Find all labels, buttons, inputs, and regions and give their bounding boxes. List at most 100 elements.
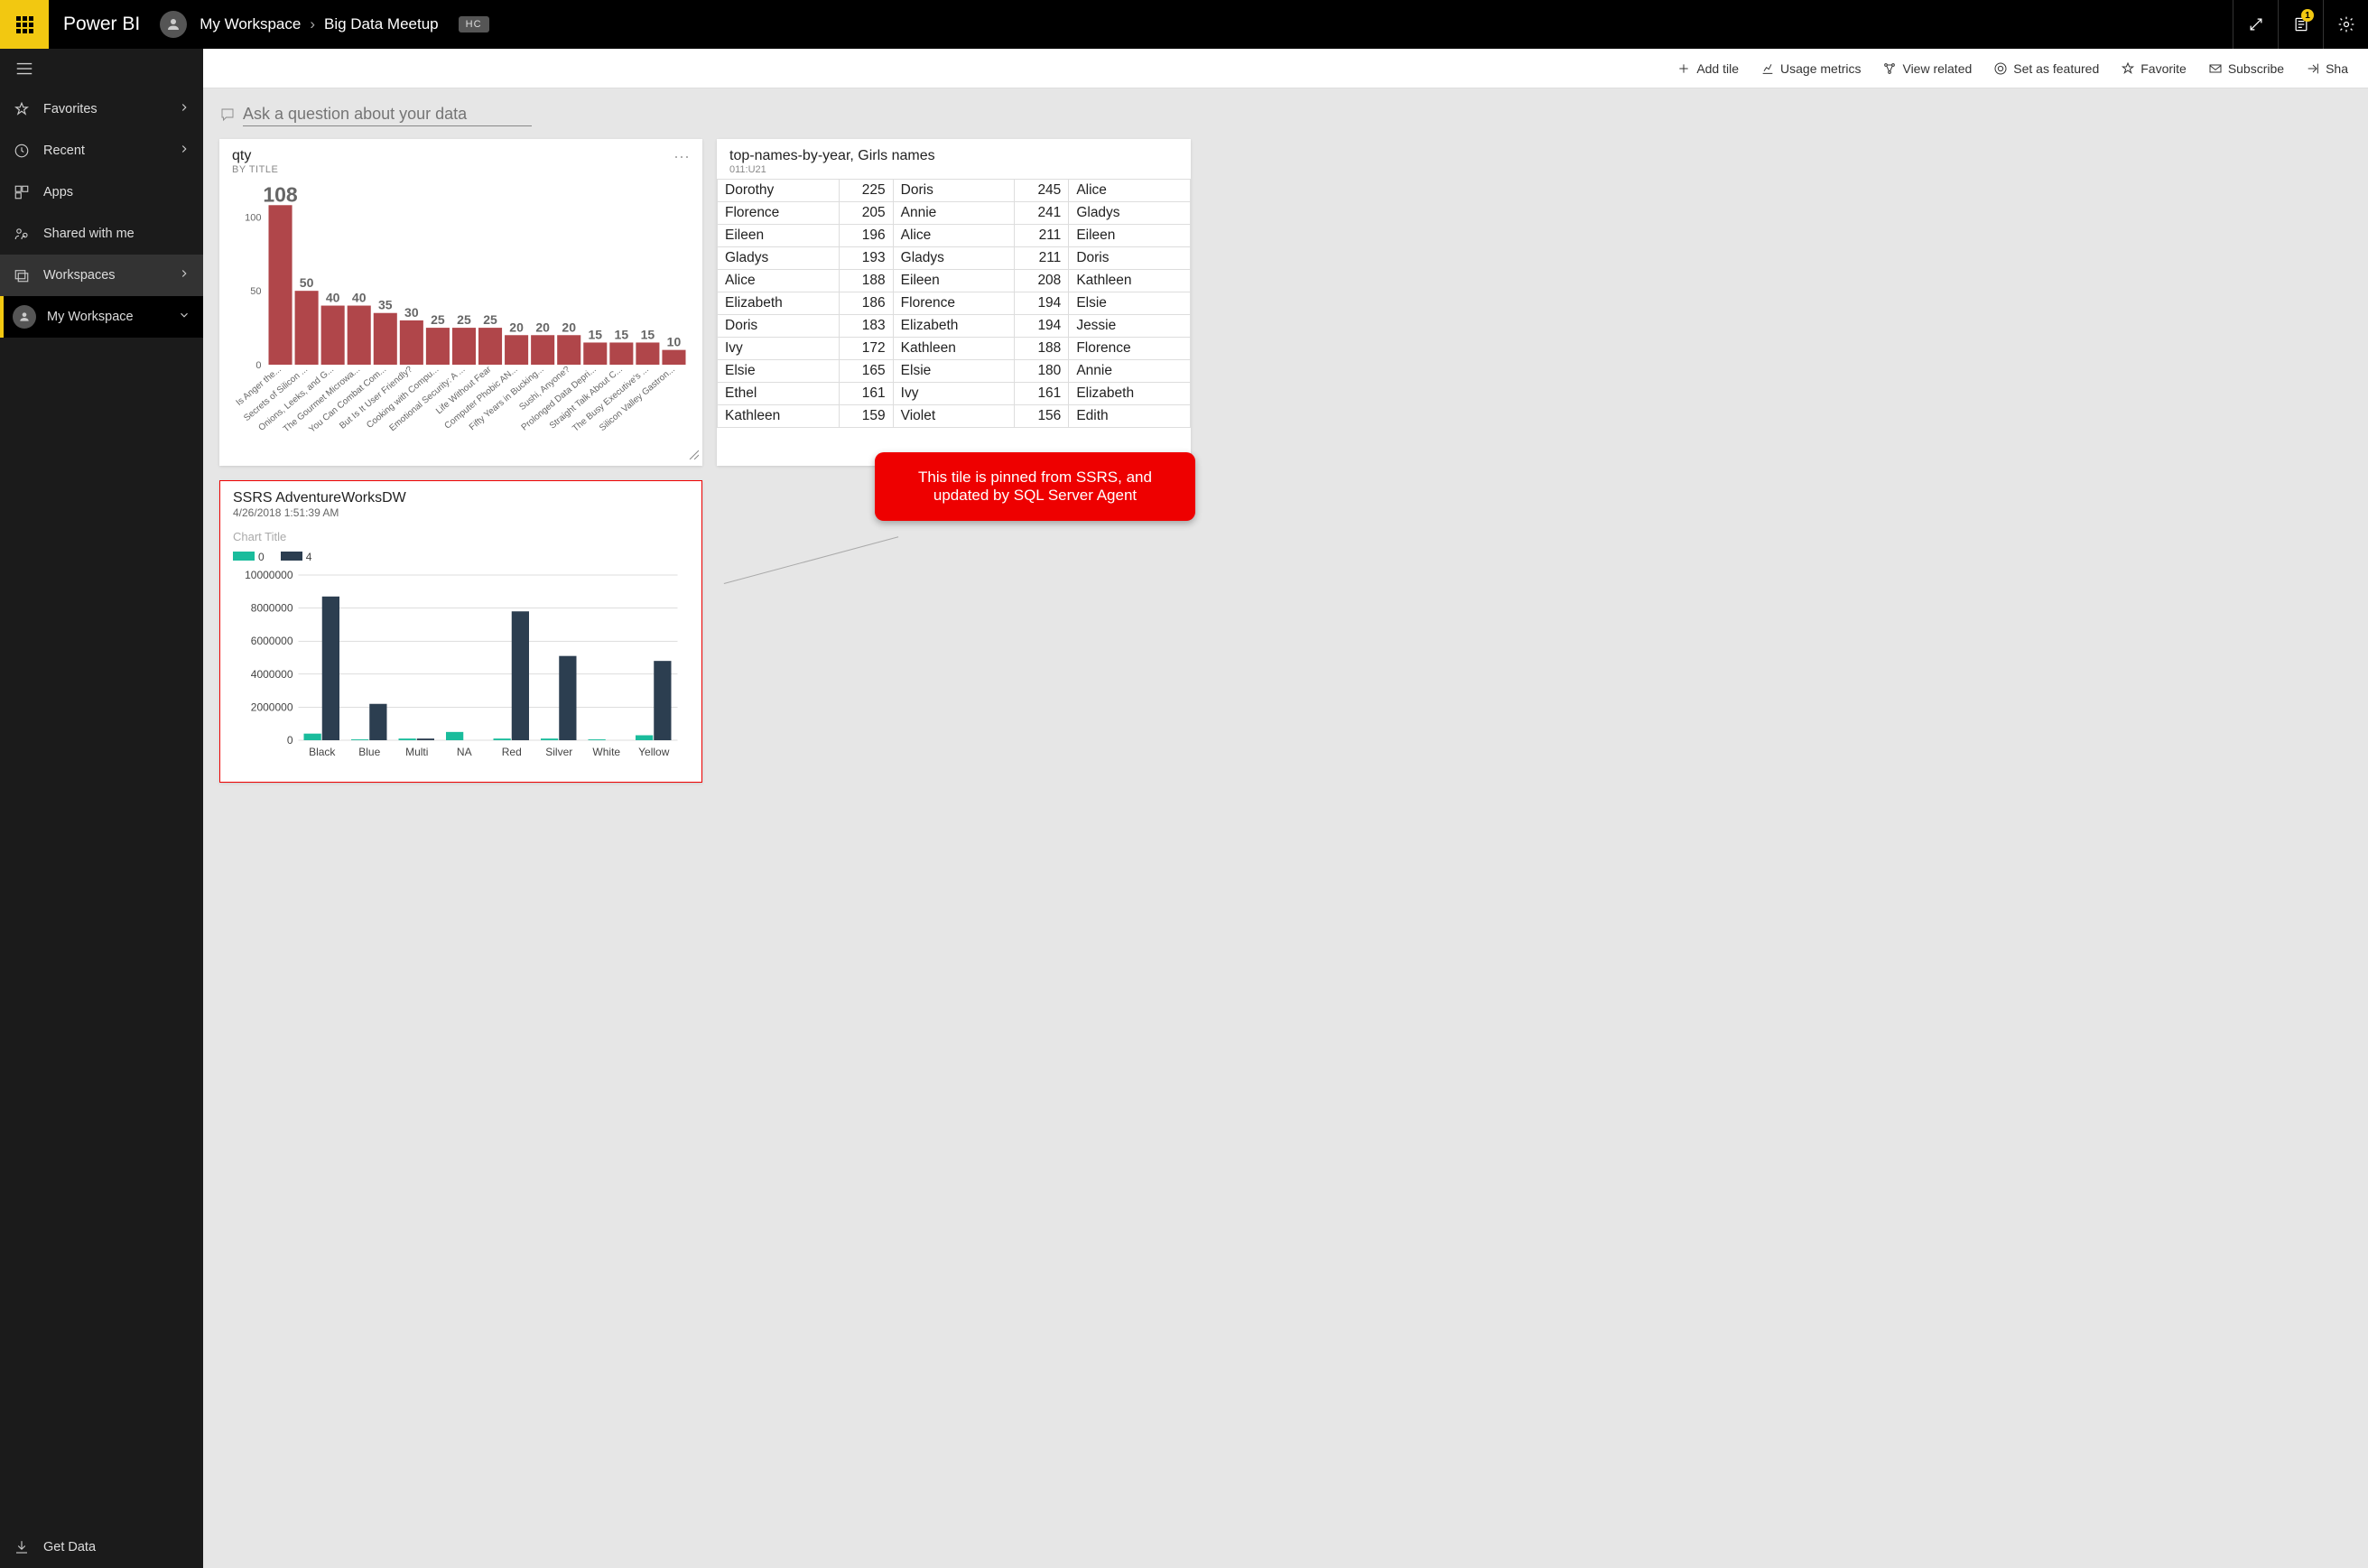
usage-metrics-button[interactable]: Usage metrics bbox=[1750, 61, 1871, 76]
settings-button[interactable] bbox=[2323, 0, 2368, 49]
table-cell: 172 bbox=[839, 338, 893, 360]
star-icon bbox=[2121, 61, 2135, 76]
tile-ssrs[interactable]: SSRS AdventureWorksDW 4/26/2018 1:51:39 … bbox=[219, 480, 702, 783]
nav-workspaces[interactable]: Workspaces bbox=[0, 255, 203, 296]
table-cell: Florence bbox=[718, 202, 840, 225]
table-cell: Dorothy bbox=[718, 180, 840, 202]
nav-my-workspace-label: My Workspace bbox=[47, 310, 178, 324]
share-button[interactable]: Sha bbox=[2295, 61, 2359, 76]
gear-icon bbox=[2337, 15, 2355, 33]
table-row: Ethel161Ivy161Elizabeth bbox=[718, 383, 1191, 405]
set-featured-button[interactable]: Set as featured bbox=[1983, 61, 2110, 76]
table-cell: 245 bbox=[1015, 180, 1069, 202]
table-cell: Doris bbox=[893, 180, 1015, 202]
table-cell: 194 bbox=[1015, 315, 1069, 338]
svg-text:108: 108 bbox=[263, 184, 298, 206]
qa-box[interactable] bbox=[219, 97, 2352, 139]
table-cell: Ivy bbox=[718, 338, 840, 360]
breadcrumb: My Workspace › Big Data Meetup HC bbox=[200, 15, 488, 33]
svg-text:25: 25 bbox=[483, 312, 497, 327]
callout-text: This tile is pinned from SSRS, and updat… bbox=[875, 452, 1195, 521]
app-launcher-button[interactable] bbox=[0, 0, 49, 49]
table-cell: Alice bbox=[718, 270, 840, 292]
table-cell: Annie bbox=[893, 202, 1015, 225]
table-cell: Florence bbox=[893, 292, 1015, 315]
svg-text:10: 10 bbox=[667, 335, 682, 349]
nav-apps[interactable]: Apps bbox=[0, 172, 203, 213]
tile-names-subtitle: 011:U21 bbox=[729, 164, 1178, 175]
hc-badge: HC bbox=[459, 16, 489, 32]
plus-icon bbox=[1676, 61, 1691, 76]
fullscreen-button[interactable] bbox=[2233, 0, 2278, 49]
table-cell: Kathleen bbox=[893, 338, 1015, 360]
person-icon bbox=[165, 16, 181, 32]
svg-text:15: 15 bbox=[641, 327, 655, 341]
table-cell: 211 bbox=[1015, 247, 1069, 270]
notifications-button[interactable]: 1 bbox=[2278, 0, 2323, 49]
table-cell: Elsie bbox=[718, 360, 840, 383]
nav-get-data[interactable]: Get Data bbox=[0, 1526, 203, 1568]
add-tile-button[interactable]: Add tile bbox=[1666, 61, 1750, 76]
svg-text:4000000: 4000000 bbox=[251, 668, 293, 681]
table-cell: 208 bbox=[1015, 270, 1069, 292]
tile-ssrs-title: SSRS AdventureWorksDW bbox=[233, 490, 689, 506]
breadcrumb-workspace[interactable]: My Workspace bbox=[200, 15, 301, 33]
names-table: Dorothy225Doris245AliceFlorence205Annie2… bbox=[717, 179, 1191, 428]
user-avatar[interactable] bbox=[160, 11, 187, 38]
table-cell: 196 bbox=[839, 225, 893, 247]
svg-text:35: 35 bbox=[378, 298, 393, 312]
table-cell: 180 bbox=[1015, 360, 1069, 383]
ssrs-chart: 0200000040000006000000800000010000000Bla… bbox=[220, 571, 701, 774]
tile-ssrs-timestamp: 4/26/2018 1:51:39 AM bbox=[233, 506, 689, 519]
tile-menu-button[interactable]: ⋯ bbox=[673, 148, 692, 167]
nav-my-workspace[interactable]: My Workspace bbox=[0, 296, 203, 338]
nav-collapse-button[interactable] bbox=[0, 49, 203, 88]
table-cell: 225 bbox=[839, 180, 893, 202]
nav-favorites[interactable]: Favorites bbox=[0, 88, 203, 130]
table-cell: 194 bbox=[1015, 292, 1069, 315]
qa-input[interactable] bbox=[243, 103, 532, 126]
svg-text:25: 25 bbox=[431, 312, 445, 327]
table-cell: Elizabeth bbox=[893, 315, 1015, 338]
breadcrumb-dashboard: Big Data Meetup bbox=[324, 15, 439, 33]
svg-text:40: 40 bbox=[352, 291, 367, 305]
tile-qty-subtitle: BY TITLE bbox=[232, 164, 690, 175]
table-cell: 241 bbox=[1015, 202, 1069, 225]
svg-text:20: 20 bbox=[535, 320, 550, 334]
chart-icon bbox=[1760, 61, 1775, 76]
table-cell: Elsie bbox=[1069, 292, 1191, 315]
table-cell: Alice bbox=[893, 225, 1015, 247]
cmd-share-label: Sha bbox=[2326, 61, 2348, 76]
comment-icon bbox=[219, 107, 236, 123]
view-related-button[interactable]: View related bbox=[1871, 61, 1983, 76]
left-nav: Favorites Recent Apps Shared with me Wor… bbox=[0, 49, 203, 1568]
hamburger-icon bbox=[14, 59, 34, 79]
subscribe-button[interactable]: Subscribe bbox=[2197, 61, 2295, 76]
svg-text:10000000: 10000000 bbox=[245, 571, 293, 581]
dashboard-canvas: qty BY TITLE ⋯ 050100108Is Anger the...5… bbox=[203, 88, 2368, 1568]
legend-0-label: 0 bbox=[258, 551, 265, 563]
table-cell: Elizabeth bbox=[1069, 383, 1191, 405]
tile-qty[interactable]: qty BY TITLE ⋯ 050100108Is Anger the...5… bbox=[219, 139, 702, 466]
resize-handle[interactable] bbox=[688, 448, 699, 464]
table-cell: Florence bbox=[1069, 338, 1191, 360]
workspaces-icon bbox=[13, 266, 31, 284]
nav-shared[interactable]: Shared with me bbox=[0, 213, 203, 255]
cmd-favorite-label: Favorite bbox=[2140, 61, 2187, 76]
qty-chart: 050100108Is Anger the...50Secrets of Sil… bbox=[219, 179, 702, 468]
table-cell: Kathleen bbox=[718, 405, 840, 428]
favorite-button[interactable]: Favorite bbox=[2110, 61, 2197, 76]
table-cell: Elizabeth bbox=[718, 292, 840, 315]
brand-label: Power BI bbox=[49, 14, 160, 35]
tile-names[interactable]: top-names-by-year, Girls names 011:U21 D… bbox=[717, 139, 1191, 466]
table-cell: Ethel bbox=[718, 383, 840, 405]
table-cell: Eileen bbox=[1069, 225, 1191, 247]
table-row: Gladys193Gladys211Doris bbox=[718, 247, 1191, 270]
table-cell: Doris bbox=[1069, 247, 1191, 270]
notification-count: 1 bbox=[2301, 9, 2314, 22]
nav-recent[interactable]: Recent bbox=[0, 130, 203, 172]
table-cell: Eileen bbox=[718, 225, 840, 247]
table-cell: 211 bbox=[1015, 225, 1069, 247]
cmd-related-label: View related bbox=[1902, 61, 1972, 76]
table-cell: Ivy bbox=[893, 383, 1015, 405]
